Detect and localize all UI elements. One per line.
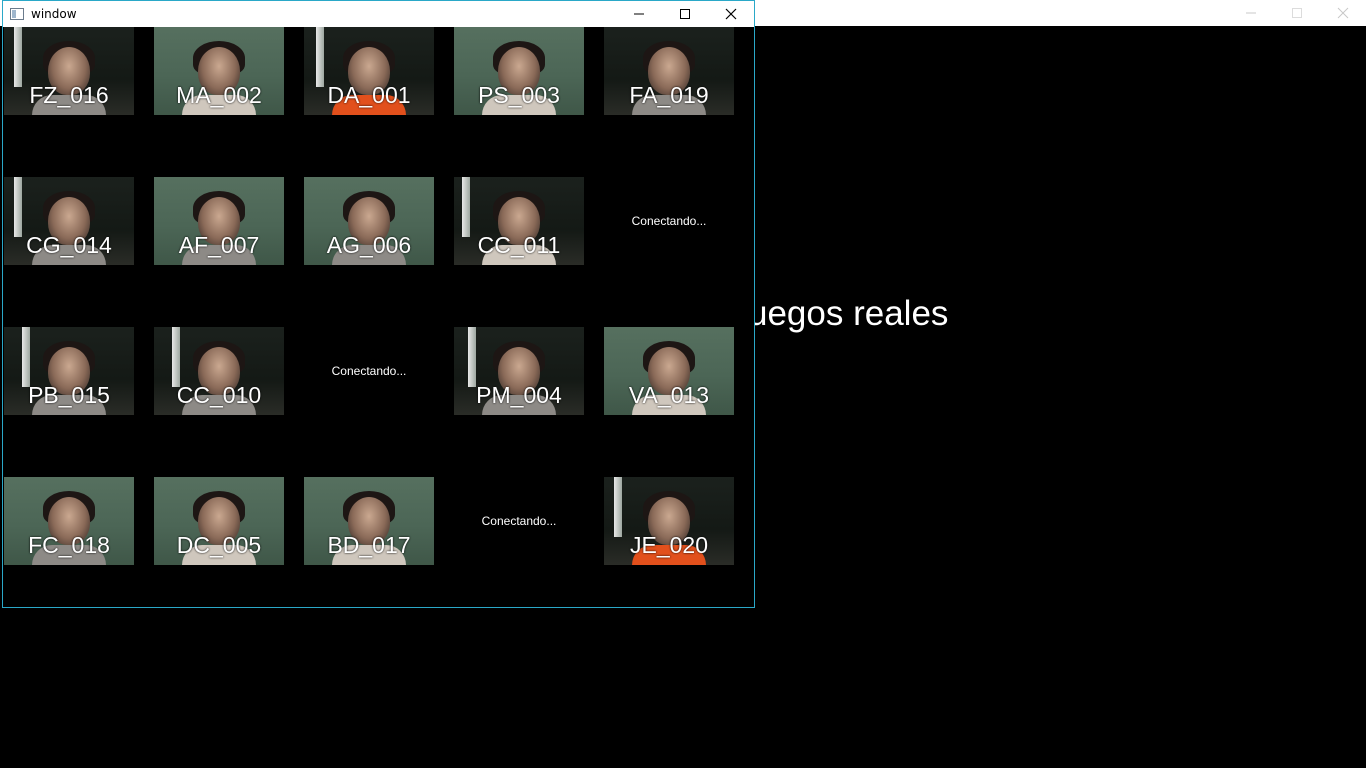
video-tile[interactable]: MA_002 [154, 27, 284, 115]
close-icon [725, 8, 737, 20]
video-tile-connecting[interactable]: Conectando... [604, 177, 734, 265]
video-tile[interactable]: JE_020 [604, 477, 734, 565]
video-tile[interactable]: BD_017 [304, 477, 434, 565]
maximize-icon [680, 9, 690, 19]
video-tile-connecting[interactable]: Conectando... [454, 477, 584, 565]
participant-label: CC_011 [477, 232, 561, 258]
connecting-status: Conectando... [331, 364, 407, 378]
video-tile[interactable]: PS_003 [454, 27, 584, 115]
participant-label: MA_002 [176, 82, 262, 108]
video-tile[interactable]: DA_001 [304, 27, 434, 115]
video-tile[interactable]: FC_018 [4, 477, 134, 565]
video-tile[interactable]: AF_007 [154, 177, 284, 265]
participant-label: VA_013 [628, 382, 710, 408]
video-grid: FZ_016 MA_002 DA_001 PS_003 FA_019 CG_01… [3, 27, 754, 607]
participant-label: JE_020 [629, 532, 708, 558]
participant-label: FA_019 [629, 82, 709, 108]
maximize-button[interactable] [662, 1, 708, 27]
participant-label: CG_014 [26, 232, 112, 258]
participant-label: AF_007 [178, 232, 260, 258]
video-tile[interactable]: FA_019 [604, 27, 734, 115]
video-tile-connecting[interactable]: Conectando... [304, 327, 434, 415]
video-tile[interactable]: VA_013 [604, 327, 734, 415]
window-title: window [31, 7, 77, 21]
video-tile[interactable]: AG_006 [304, 177, 434, 265]
video-tile[interactable]: PB_015 [4, 327, 134, 415]
minimize-icon [1246, 12, 1256, 14]
background-minimize-button[interactable] [1228, 0, 1274, 26]
connecting-status: Conectando... [631, 214, 707, 228]
background-heading-text: uegos reales [748, 294, 949, 333]
participant-label: PB_015 [28, 382, 110, 408]
video-tile[interactable]: FZ_016 [4, 27, 134, 115]
participant-label: AG_006 [326, 232, 412, 258]
video-tile[interactable]: CC_010 [154, 327, 284, 415]
video-tile[interactable]: CC_011 [454, 177, 584, 265]
participant-label: DC_005 [176, 532, 262, 558]
background-maximize-button[interactable] [1274, 0, 1320, 26]
window-title-bar[interactable]: window [3, 1, 754, 27]
maximize-icon [1292, 8, 1302, 18]
window-controls [616, 1, 754, 27]
close-icon [1337, 7, 1349, 19]
participant-label: FC_018 [28, 532, 110, 558]
video-tile[interactable]: PM_004 [454, 327, 584, 415]
video-tile[interactable]: DC_005 [154, 477, 284, 565]
close-button[interactable] [708, 1, 754, 27]
minimize-button[interactable] [616, 1, 662, 27]
participant-label: CC_010 [176, 382, 262, 408]
participant-label: BD_017 [327, 532, 411, 558]
connecting-status: Conectando... [481, 514, 557, 528]
background-window-controls [1228, 0, 1366, 26]
minimize-icon [634, 13, 644, 15]
participant-label: PM_004 [476, 382, 562, 408]
app-icon [9, 6, 25, 22]
participant-label: PS_003 [478, 82, 560, 108]
participant-label: DA_001 [327, 82, 411, 108]
video-grid-window: window FZ_016 MA_002 DA_001 PS_003 FA_01… [2, 0, 755, 608]
participant-label: FZ_016 [29, 82, 109, 108]
video-tile[interactable]: CG_014 [4, 177, 134, 265]
background-close-button[interactable] [1320, 0, 1366, 26]
